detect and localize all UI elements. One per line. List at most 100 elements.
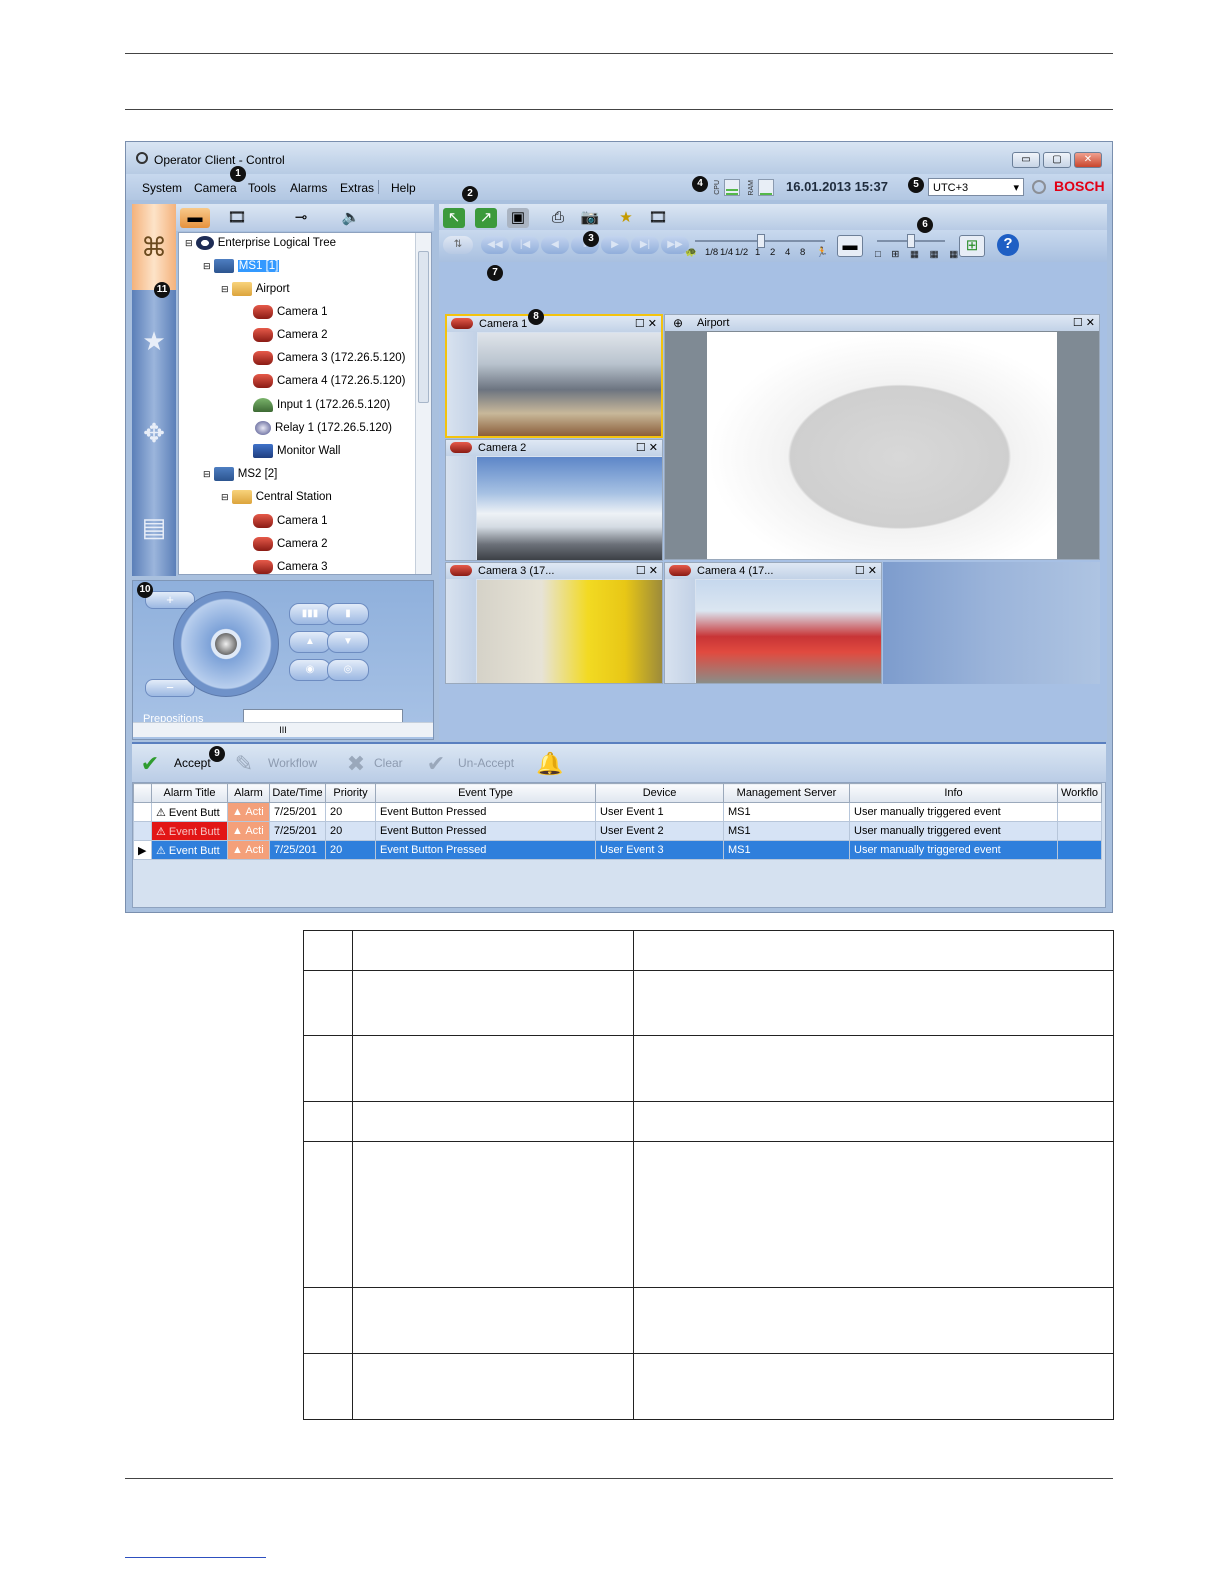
close-pane-icon[interactable]: ✕: [649, 442, 658, 454]
tree-item-ms1[interactable]: ⊟ MS1 [1]: [203, 256, 280, 276]
sequence-icon[interactable]: 🎞: [643, 208, 673, 228]
accept-button[interactable]: Accept: [174, 756, 211, 770]
tab-map[interactable]: ✥: [132, 390, 176, 476]
maximize-pane-icon[interactable]: ☐: [855, 565, 865, 577]
iris-open-button[interactable]: ▲: [289, 631, 331, 653]
print-icon[interactable]: ⎙: [543, 208, 573, 228]
window-controls[interactable]: ☐ ✕: [855, 563, 877, 579]
column-header[interactable]: Info: [849, 783, 1058, 803]
tree-item-central-station[interactable]: ⊟ Central Station: [221, 487, 332, 507]
close-pane-icon[interactable]: ✕: [649, 565, 658, 577]
menu-help[interactable]: Help: [391, 181, 416, 195]
image-window-camera-2[interactable]: Camera 2 ☐ ✕: [445, 439, 663, 561]
window-controls[interactable]: ☐ ✕: [636, 563, 658, 579]
minimize-button[interactable]: ▭: [1012, 152, 1040, 168]
slider-icon[interactable]: ⊸: [286, 208, 316, 228]
tree-item-camera[interactable]: Camera 3: [253, 557, 328, 574]
tab-favorites[interactable]: ★: [132, 298, 176, 384]
ptz-joystick-knob[interactable]: [215, 633, 237, 655]
close-pane-icon[interactable]: ✕: [868, 565, 877, 577]
first-frame-button[interactable]: |◀: [511, 236, 539, 254]
last-frame-button[interactable]: ▶|: [631, 236, 659, 254]
window-controls[interactable]: ☐ ✕: [635, 316, 657, 332]
tree-item-camera[interactable]: Camera 3 (172.26.5.120): [253, 348, 406, 368]
close-button[interactable]: ✕: [1074, 152, 1102, 168]
window-controls[interactable]: ☐ ✕: [636, 440, 658, 456]
tree-item-camera[interactable]: Camera 1: [253, 302, 328, 322]
column-header[interactable]: Priority: [325, 783, 376, 803]
accept-check-icon[interactable]: ✔: [136, 750, 164, 778]
stop-button[interactable]: ◎: [327, 659, 369, 681]
row-selector[interactable]: [133, 802, 152, 822]
tree-item-camera[interactable]: Camera 2: [253, 534, 328, 554]
table-row[interactable]: ⚠ Event Butt ▲ Acti 7/25/201 20 Event Bu…: [133, 821, 1102, 841]
record-button[interactable]: ◉: [289, 659, 331, 681]
clear-button[interactable]: Clear: [374, 756, 403, 770]
menu-system[interactable]: System: [142, 181, 182, 195]
tree-item-airport[interactable]: ⊟ Airport: [221, 279, 290, 299]
column-header[interactable]: Alarm Title: [151, 783, 228, 803]
workflow-button[interactable]: Workflow: [268, 756, 317, 770]
menu-extras[interactable]: Extras: [340, 181, 374, 195]
window-controls[interactable]: ☐ ✕: [1073, 315, 1095, 331]
tree-item-camera[interactable]: Camera 1: [253, 511, 328, 531]
maximize-button[interactable]: ▢: [1043, 152, 1071, 168]
rewind-button[interactable]: ◀◀: [481, 236, 509, 254]
tree-item-camera[interactable]: Camera 2: [253, 325, 328, 345]
tree-root[interactable]: ⊟ Enterprise Logical Tree: [185, 233, 336, 253]
unaccept-button[interactable]: Un-Accept: [458, 756, 514, 770]
image-icon[interactable]: ▣: [507, 208, 529, 228]
iris-close-button[interactable]: ▼: [327, 631, 369, 653]
maximize-pane-icon[interactable]: ☐: [1073, 317, 1083, 329]
tree-item-monitor-wall[interactable]: Monitor Wall: [253, 441, 340, 461]
tree-item-ms2[interactable]: ⊟ MS2 [2]: [203, 464, 277, 484]
menu-alarms[interactable]: Alarms: [290, 181, 327, 195]
play-button[interactable]: ▶: [601, 236, 629, 254]
column-header[interactable]: Workflo: [1057, 783, 1102, 803]
tree-item-relay[interactable]: Relay 1 (172.26.5.120): [255, 418, 392, 438]
column-header[interactable]: Alarm: [227, 783, 270, 803]
tree-item-input[interactable]: Input 1 (172.26.5.120): [253, 395, 390, 415]
column-header[interactable]: Device: [595, 783, 724, 803]
row-selector[interactable]: ▶: [133, 840, 152, 860]
alarm-bell-icon[interactable]: 🔔: [536, 750, 564, 778]
column-header[interactable]: Management Server: [723, 783, 850, 803]
column-header[interactable]: Event Type: [375, 783, 596, 803]
maximize-pane-icon[interactable]: ☐: [636, 442, 646, 454]
single-pane-icon[interactable]: ▬: [837, 235, 863, 257]
close-pane-icon[interactable]: ✕: [1086, 317, 1095, 329]
row-selector[interactable]: [133, 821, 152, 841]
live-mode-icon[interactable]: ↖: [443, 208, 465, 228]
snapshot-icon[interactable]: 📷: [575, 208, 605, 228]
image-window-airport-map[interactable]: ⊕ Airport ☐ ✕: [664, 314, 1100, 560]
maximize-pane-icon[interactable]: ☐: [635, 318, 645, 330]
pane-count-slider[interactable]: [877, 234, 945, 248]
maximize-pane-icon[interactable]: ☐: [636, 565, 646, 577]
image-window-camera-4[interactable]: Camera 4 (17... ☐ ✕: [664, 562, 882, 684]
focus-button[interactable]: ▮▮▮: [289, 603, 331, 625]
speed-slider[interactable]: [695, 234, 825, 248]
export-icon[interactable]: ↗: [475, 208, 497, 228]
help-icon[interactable]: ?: [997, 234, 1019, 256]
tree-item-camera[interactable]: Camera 4 (172.26.5.120): [253, 371, 406, 391]
focus-near-button[interactable]: ▮: [327, 603, 369, 625]
image-window-camera-3[interactable]: Camera 3 (17... ☐ ✕: [445, 562, 663, 684]
camera-view-icon[interactable]: ▬: [180, 208, 210, 228]
close-pane-icon[interactable]: ✕: [648, 318, 657, 330]
add-pane-icon[interactable]: ⊞: [959, 235, 985, 257]
table-row[interactable]: ▶ ⚠ Event Butt ▲ Acti 7/25/201 20 Event …: [133, 840, 1102, 860]
speaker-icon[interactable]: 🔈: [336, 208, 366, 228]
tab-logical-tree[interactable]: ⌘: [132, 204, 176, 290]
filmstrip-icon[interactable]: 🎞: [222, 208, 252, 228]
column-header[interactable]: Date/Time: [269, 783, 326, 803]
scroll-thumb[interactable]: [418, 251, 429, 403]
image-window-camera-1[interactable]: Camera 1 ☐ ✕: [445, 314, 663, 438]
ptz-horizontal-scrollbar[interactable]: III: [133, 722, 433, 737]
step-back-button[interactable]: ◀: [541, 236, 569, 254]
menu-tools[interactable]: Tools: [248, 181, 276, 195]
zoom-out-button[interactable]: −: [145, 679, 195, 697]
tree-scrollbar[interactable]: [415, 233, 431, 574]
timezone-select[interactable]: UTC+3: [928, 178, 1024, 197]
tab-bookmarks[interactable]: ▤: [132, 484, 176, 570]
menu-camera[interactable]: Camera: [194, 181, 237, 195]
